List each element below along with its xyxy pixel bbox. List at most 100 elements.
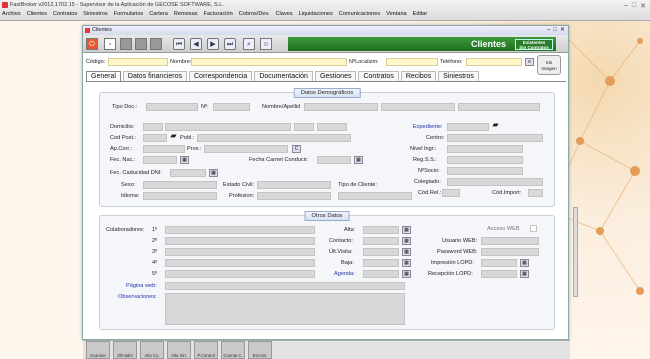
new-record-button[interactable]: ▫ — [104, 38, 116, 50]
telefono-field[interactable] — [466, 58, 522, 66]
colaborador-3-field[interactable] — [165, 248, 315, 256]
maximize-icon[interactable]: □ — [632, 2, 636, 10]
folder-icon[interactable]: ▰ — [491, 121, 500, 130]
apellido-field-1[interactable] — [381, 103, 455, 111]
nombre-field[interactable] — [191, 58, 347, 66]
menu-liquidaciones[interactable]: Liquidaciones — [299, 11, 333, 17]
tipo-cliente-select[interactable] — [338, 192, 412, 200]
menu-cartera[interactable]: Cartera — [149, 11, 168, 17]
window-maximize-icon[interactable]: □ — [553, 26, 557, 35]
launcher-alta-sin[interactable]: Alta Sin. — [167, 341, 191, 359]
menu-siniestros[interactable]: Siniestros — [83, 11, 108, 17]
colegiado-field[interactable] — [447, 178, 543, 186]
launcher-est-sin[interactable]: Est.Sin. — [248, 341, 272, 359]
minimize-icon[interactable]: – — [624, 2, 628, 10]
agenda-field[interactable] — [363, 270, 399, 278]
ap-corr-field[interactable] — [143, 145, 185, 153]
recepcion-lopd-field[interactable] — [481, 270, 517, 278]
baja-field[interactable] — [363, 259, 399, 267]
tab-datos-financieros[interactable]: Datos financieros — [122, 71, 187, 81]
agenda-link[interactable]: Agenda: — [334, 271, 355, 277]
menu-editar[interactable]: Editar — [413, 11, 428, 17]
book-icon[interactable]: ▰ — [169, 132, 178, 141]
fec-caducidad-field[interactable] — [170, 169, 206, 177]
menu-claves[interactable]: Claves — [275, 11, 292, 17]
pagina-web-field[interactable] — [165, 282, 405, 290]
estado-civil-select[interactable] — [257, 181, 331, 189]
menu-ventana[interactable]: Ventana — [386, 11, 407, 17]
contacto-calendar-icon[interactable]: ▦ — [402, 237, 411, 245]
close-icon[interactable]: ✕ — [640, 2, 646, 10]
impresion-lopd-field[interactable] — [481, 259, 517, 267]
menu-formularios[interactable]: Formularios — [114, 11, 144, 17]
launcher-clifolder[interactable]: cliFolder — [113, 341, 137, 359]
numero-field[interactable] — [213, 103, 250, 111]
nsocio-field[interactable] — [447, 167, 523, 175]
tab-general[interactable]: General — [86, 71, 121, 81]
launcher-cuenta-c[interactable]: Cuenta C. — [221, 341, 245, 359]
sexo-select[interactable] — [143, 181, 217, 189]
menu-cobros[interactable]: Cobros/Dev. — [239, 11, 270, 17]
client-photo[interactable]: Sin Imagen — [537, 55, 561, 75]
fec-caducidad-calendar-icon[interactable]: ▦ — [209, 169, 218, 177]
menu-clientes[interactable]: Clientes — [27, 11, 47, 17]
apellido-field-2[interactable] — [458, 103, 540, 111]
domicilio-type-select[interactable] — [143, 123, 163, 131]
launcher-scanner[interactable]: Scanner — [86, 341, 110, 359]
menu-comunicaciones[interactable]: Comunicaciones — [339, 11, 380, 17]
tab-documentacion[interactable]: Documentación — [254, 71, 313, 81]
domicilio-extra-field[interactable] — [317, 123, 347, 131]
toolbar-button-disabled-2[interactable] — [135, 38, 147, 50]
idioma-select[interactable] — [143, 192, 217, 200]
poblacion-field[interactable] — [197, 134, 351, 142]
colaborador-4-field[interactable] — [165, 259, 315, 267]
tab-siniestros[interactable]: Siniestros — [438, 71, 479, 81]
expediente-link[interactable]: Expediente: — [413, 124, 443, 130]
fec-nac-calendar-icon[interactable]: ▦ — [180, 156, 189, 164]
colaborador-1-field[interactable] — [165, 226, 315, 234]
codigo-field[interactable] — [108, 58, 168, 66]
impresion-lopd-calendar-icon[interactable]: ▦ — [520, 259, 529, 267]
nivel-ingr-field[interactable] — [447, 145, 523, 153]
launcher-alta-co[interactable]: Alta Co. — [140, 341, 164, 359]
menu-contratos[interactable]: Contratos — [53, 11, 77, 17]
tipo-doc-select[interactable] — [146, 103, 198, 111]
contacts-button[interactable]: ☺ — [260, 38, 272, 50]
fec-nac-field[interactable] — [143, 156, 177, 164]
exit-button[interactable]: ⏻ — [86, 38, 98, 50]
colaborador-5-field[interactable] — [165, 270, 315, 278]
notes-icon[interactable]: ≡ — [525, 58, 534, 66]
tab-correspondencia[interactable]: Correspondencia — [189, 71, 253, 81]
cod-import-field[interactable] — [528, 189, 543, 197]
alta-field[interactable] — [363, 226, 399, 234]
tab-recibos[interactable]: Recibos — [400, 71, 437, 81]
window-close-icon[interactable]: ✕ — [560, 26, 565, 35]
pagina-web-link[interactable]: Página web: — [126, 283, 157, 289]
launcher-p-control[interactable]: P.Control — [194, 341, 218, 359]
password-web-field[interactable] — [481, 248, 539, 256]
domicilio-num-field[interactable] — [294, 123, 314, 131]
menu-archivo[interactable]: Archivo — [2, 11, 21, 17]
next-record-button[interactable]: ▶ — [207, 38, 219, 50]
tab-contratos[interactable]: Contratos — [358, 71, 399, 81]
agenda-calendar-icon[interactable]: ▦ — [402, 270, 411, 278]
reg-ss-field[interactable] — [447, 156, 523, 164]
alta-calendar-icon[interactable]: ▦ — [402, 226, 411, 234]
window-minimize-icon[interactable]: – — [547, 26, 550, 35]
nombre-field-1[interactable] — [304, 103, 378, 111]
observaciones-link[interactable]: Observaciones: — [118, 294, 157, 300]
colaborador-2-field[interactable] — [165, 237, 315, 245]
provincia-lookup-icon[interactable]: C — [292, 145, 301, 153]
previous-record-button[interactable]: ◀ — [190, 38, 202, 50]
baja-calendar-icon[interactable]: ▦ — [402, 259, 411, 267]
fecha-carnet-calendar-icon[interactable]: ▦ — [354, 156, 363, 164]
centro-field[interactable] — [447, 134, 543, 142]
domicilio-field[interactable] — [165, 123, 291, 131]
scrollbar[interactable] — [573, 207, 578, 297]
ult-visita-calendar-icon[interactable]: ▦ — [402, 248, 411, 256]
cod-post-field[interactable] — [143, 134, 167, 142]
first-record-button[interactable]: ⏮ — [173, 38, 185, 50]
ult-visita-field[interactable] — [363, 248, 399, 256]
toolbar-button-disabled-1[interactable] — [120, 38, 132, 50]
observaciones-textarea[interactable] — [165, 293, 405, 325]
